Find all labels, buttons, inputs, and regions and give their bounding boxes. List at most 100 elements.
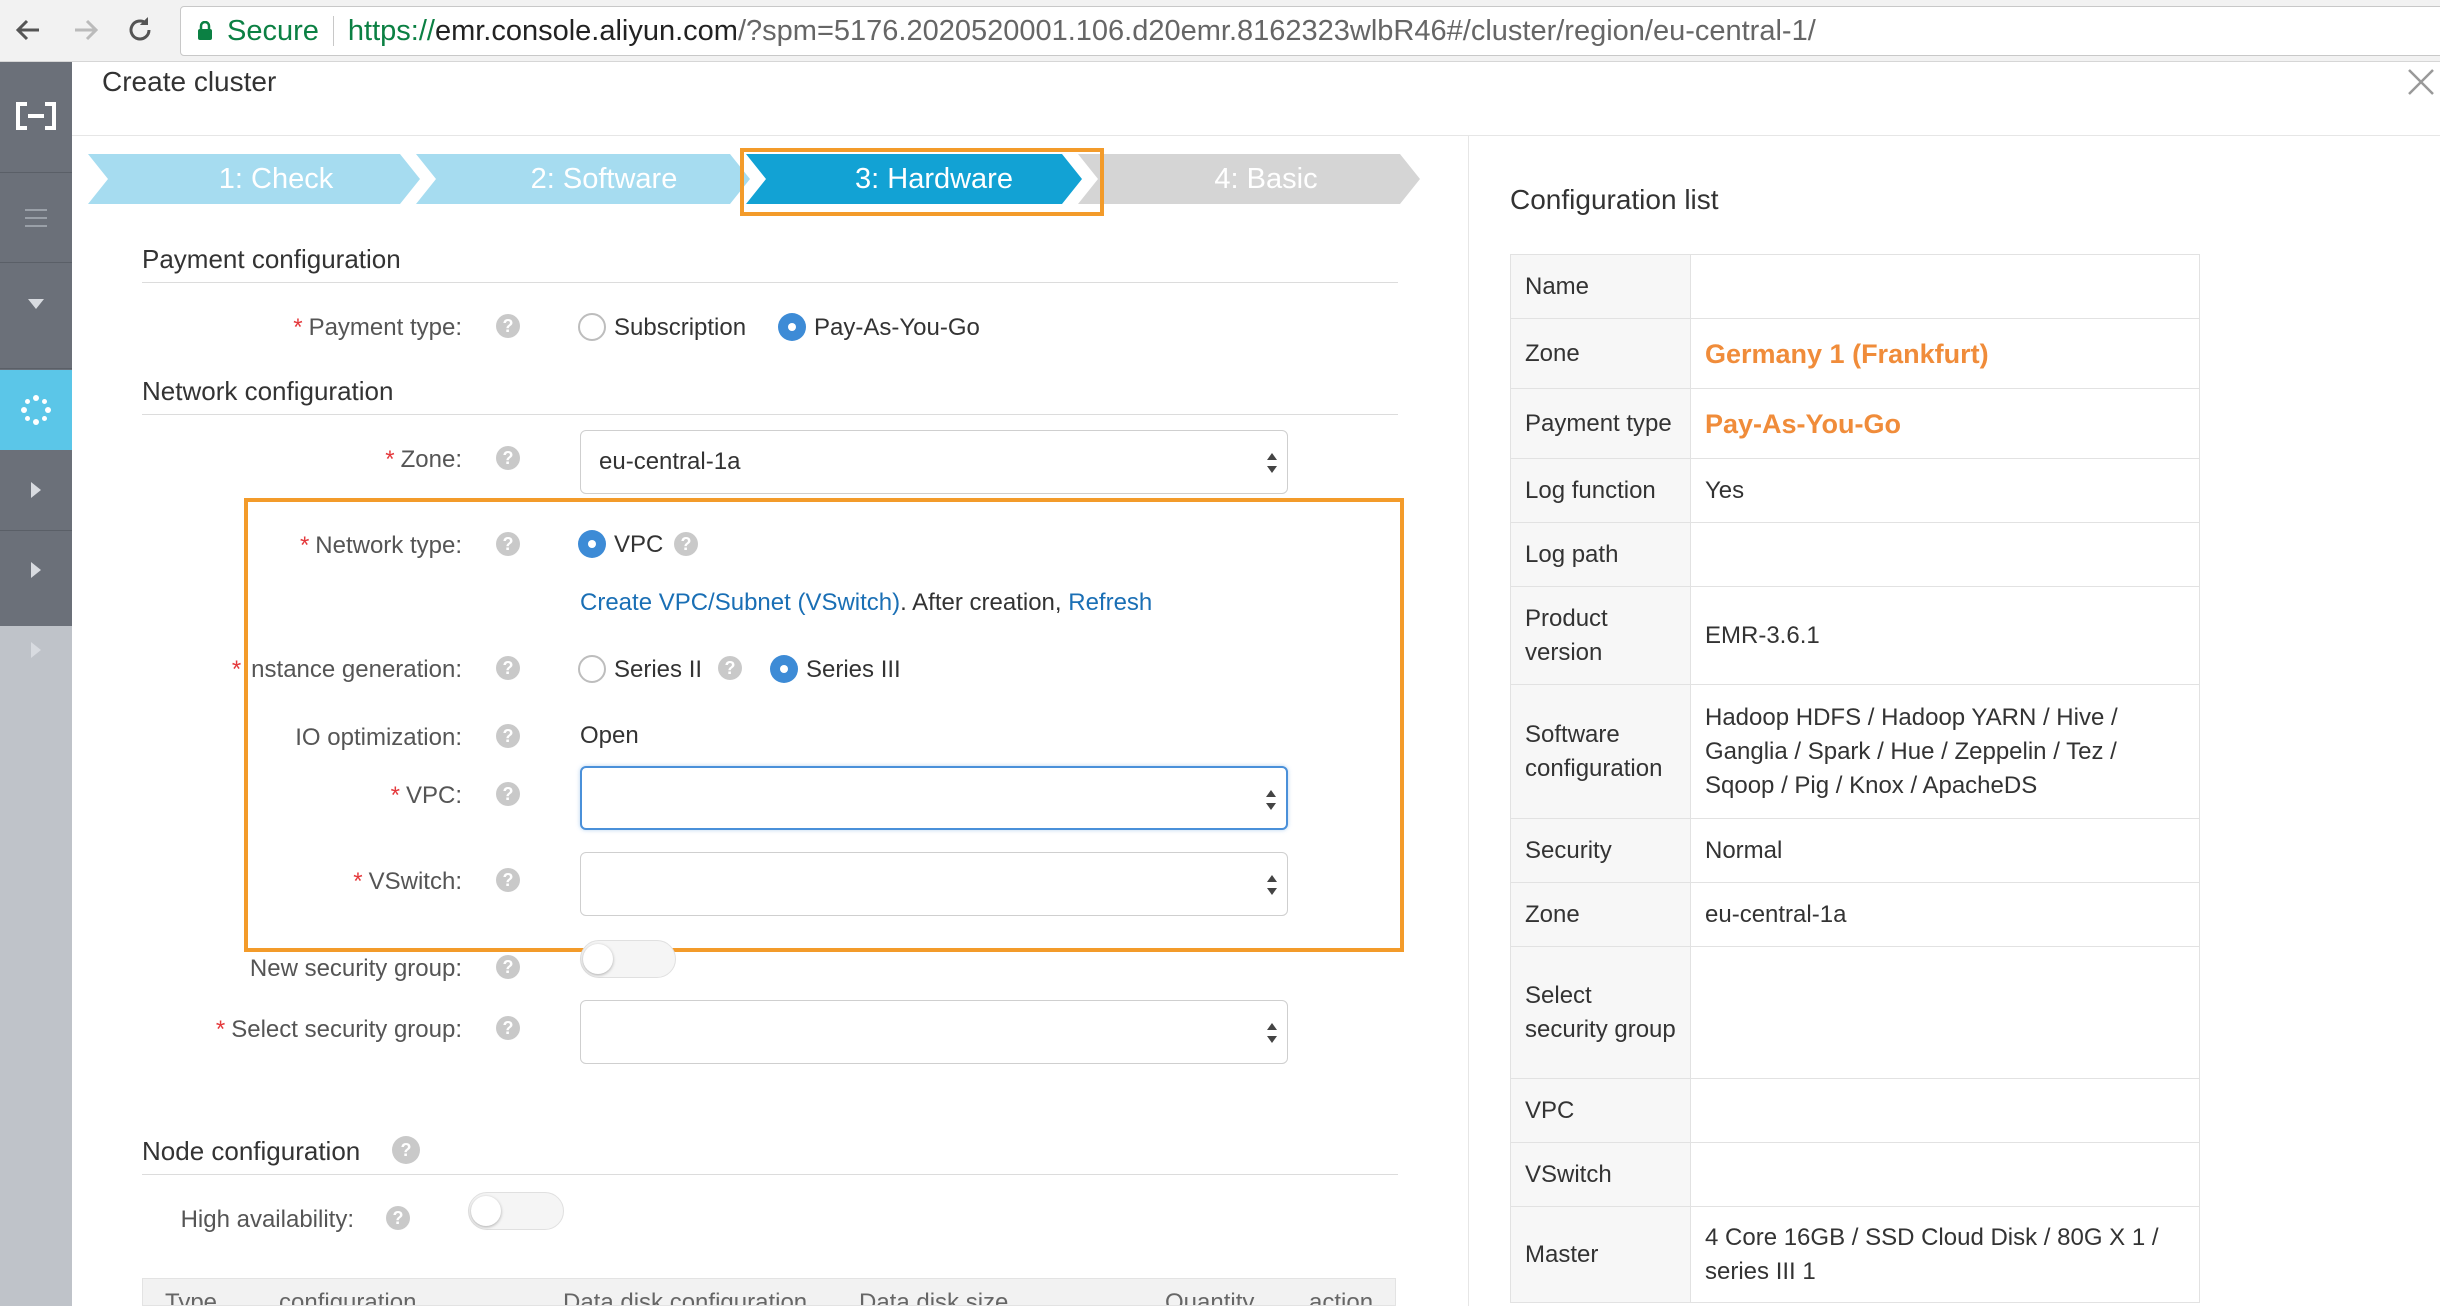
- help-icon[interactable]: ?: [496, 446, 520, 470]
- col-configuration: configuration: [279, 1289, 417, 1306]
- cluster-icon: [21, 395, 51, 425]
- col-data-disk-size: Data disk size: [859, 1289, 1009, 1306]
- config-key: Product version: [1510, 586, 1691, 685]
- radio-subscription[interactable]: [578, 313, 606, 341]
- url-host: emr.console.aliyun.com: [434, 14, 738, 47]
- new-security-group-toggle[interactable]: [580, 940, 676, 978]
- forward-button[interactable]: [66, 10, 106, 50]
- forward-arrow-icon: [75, 19, 99, 41]
- config-row: Log path: [1510, 522, 2200, 587]
- config-row: Security Normal: [1510, 818, 2200, 883]
- menu-icon: [25, 209, 47, 227]
- url-scheme: https://: [347, 14, 435, 47]
- config-key: Select security group: [1510, 946, 1691, 1079]
- config-key: Zone: [1510, 318, 1691, 389]
- network-section-title: Network configuration: [142, 376, 394, 406]
- config-key: Software configuration: [1510, 684, 1691, 819]
- sidebar-item-emr[interactable]: [0, 370, 72, 450]
- step-check[interactable]: 1: Check: [140, 154, 412, 204]
- config-row: Select security group: [1510, 946, 2200, 1079]
- config-row: Software configuration Hadoop HDFS / Had…: [1510, 684, 2200, 819]
- config-row: VSwitch: [1510, 1142, 2200, 1207]
- config-row: Zone eu-central-1a: [1510, 882, 2200, 947]
- back-arrow-icon: [15, 19, 39, 41]
- config-key: Zone: [1510, 882, 1691, 947]
- caret-down-icon: [28, 299, 44, 309]
- config-value: [1690, 946, 2200, 1079]
- config-row: Zone Germany 1 (Frankfurt): [1510, 318, 2200, 389]
- option-subscription: Subscription: [614, 314, 747, 341]
- col-action: action: [1309, 1289, 1374, 1306]
- caret-right-icon: [31, 562, 41, 578]
- configuration-list-title: Configuration list: [1510, 184, 1719, 215]
- config-value: Yes: [1690, 458, 2200, 523]
- zone-select[interactable]: eu-central-1a: [580, 430, 1288, 494]
- active-step-highlight: [740, 148, 1104, 216]
- sidebar-expand-1[interactable]: [0, 450, 72, 530]
- config-value: Normal: [1690, 818, 2200, 883]
- node-section-title: Node configuration: [142, 1136, 361, 1166]
- config-key: Log path: [1510, 522, 1691, 587]
- config-row: Master 4 Core 16GB / SSD Cloud Disk / 80…: [1510, 1206, 2200, 1303]
- help-icon[interactable]: ?: [496, 314, 520, 338]
- config-key: Log function: [1510, 458, 1691, 523]
- config-value: [1690, 1142, 2200, 1207]
- config-value: eu-central-1a: [1690, 882, 2200, 947]
- configuration-list-table: Name Zone Germany 1 (Frankfurt) Payment …: [1510, 254, 2200, 1303]
- sidebar-expand-3[interactable]: [0, 610, 72, 690]
- high-availability-label: High availability:: [180, 1206, 354, 1233]
- config-row: Name: [1510, 254, 2200, 319]
- console-sidebar: [0, 62, 72, 1306]
- config-value: [1690, 1078, 2200, 1143]
- sidebar-expand-2[interactable]: [0, 530, 72, 610]
- secure-label: Secure: [227, 14, 319, 47]
- config-value: [1690, 254, 2200, 319]
- col-quantity: Quantity: [1165, 1289, 1255, 1306]
- option-pay-as-you-go: Pay-As-You-Go: [814, 314, 980, 341]
- reload-icon: [129, 17, 151, 41]
- security-group-select[interactable]: [580, 1000, 1288, 1064]
- back-button[interactable]: [8, 10, 48, 50]
- payment-section-title: Payment configuration: [142, 244, 401, 274]
- col-type: Type: [165, 1289, 218, 1306]
- reload-button[interactable]: [120, 10, 160, 50]
- lock-icon: [198, 21, 212, 40]
- zone-select-value: eu-central-1a: [599, 448, 741, 475]
- help-icon[interactable]: ?: [496, 1016, 520, 1040]
- url-path: /?spm=5176.2020520001.106.d20emr.8162323…: [737, 14, 1816, 47]
- close-icon[interactable]: [2405, 66, 2437, 98]
- aliyun-logo-icon: [16, 102, 56, 130]
- select-caret-icon: [1267, 453, 1277, 473]
- radio-pay-as-you-go[interactable]: [778, 313, 806, 341]
- config-value: Germany 1 (Frankfurt): [1690, 318, 2200, 389]
- node-table-header: Type configuration Data disk configurati…: [142, 1278, 1396, 1306]
- config-key: Security: [1510, 818, 1691, 883]
- address-bar[interactable]: Secure https:// emr.console.aliyun.com /…: [180, 6, 2440, 56]
- browser-toolbar: Secure https:// emr.console.aliyun.com /…: [0, 0, 2440, 62]
- config-key: VPC: [1510, 1078, 1691, 1143]
- high-availability-toggle[interactable]: [468, 1192, 564, 1230]
- help-icon[interactable]: ?: [496, 955, 520, 979]
- config-row: Log function Yes: [1510, 458, 2200, 523]
- sidebar-menu-toggle[interactable]: [0, 178, 72, 258]
- config-value: [1690, 522, 2200, 587]
- help-icon[interactable]: ?: [392, 1136, 420, 1164]
- config-key: VSwitch: [1510, 1142, 1691, 1207]
- config-value: 4 Core 16GB / SSD Cloud Disk / 80G X 1 /…: [1690, 1206, 2200, 1303]
- aliyun-logo[interactable]: [0, 76, 72, 156]
- caret-right-icon: [31, 642, 41, 658]
- step-software[interactable]: 2: Software: [468, 154, 740, 204]
- select-security-group-label: * Select security group:: [215, 1016, 462, 1043]
- help-icon[interactable]: ?: [386, 1206, 410, 1230]
- sidebar-collapse[interactable]: [0, 264, 72, 344]
- zone-label: * Zone:: [385, 446, 462, 473]
- payment-type-label: * Payment type:: [293, 314, 462, 341]
- network-settings-highlight: [244, 498, 1404, 952]
- config-row: VPC: [1510, 1078, 2200, 1143]
- step-basic[interactable]: 4: Basic: [1130, 154, 1402, 204]
- select-caret-icon: [1267, 1023, 1277, 1043]
- col-data-disk-configuration: Data disk configuration: [563, 1289, 808, 1306]
- modal-title: Create cluster: [102, 66, 277, 97]
- config-key: Master: [1510, 1206, 1691, 1303]
- config-row: Product version EMR-3.6.1: [1510, 586, 2200, 685]
